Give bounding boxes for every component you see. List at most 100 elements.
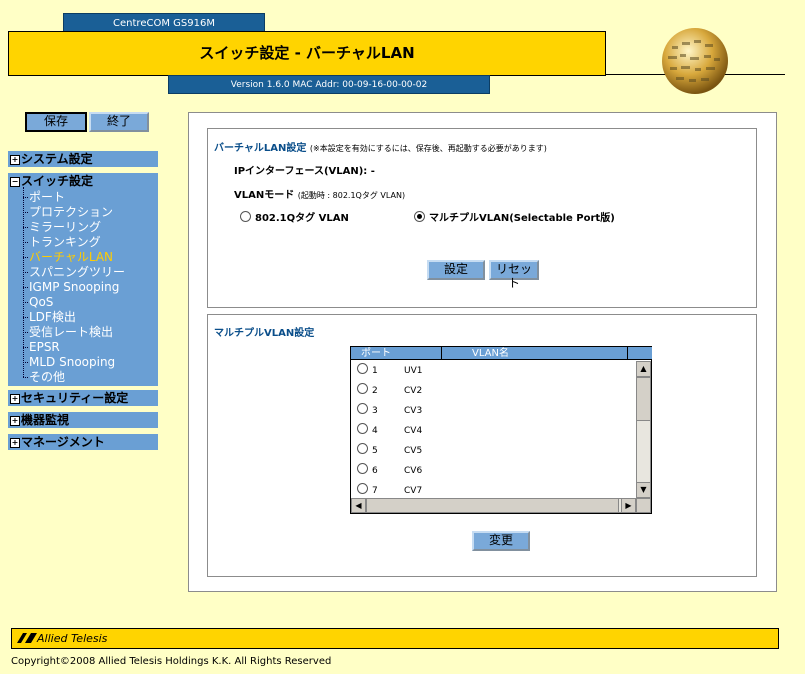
row-port: 1 (372, 366, 378, 376)
column-header-vlan-name[interactable]: VLAN名 (442, 347, 628, 360)
row-vlan-name: CV3 (404, 406, 423, 416)
row-vlan-name: CV6 (404, 466, 423, 476)
scroll-up-arrow-icon[interactable]: ▲ (636, 361, 651, 377)
row-vlan-name: CV5 (404, 446, 423, 456)
scroll-right-arrow-icon[interactable]: ▶ (621, 498, 636, 513)
tree-branch (23, 377, 28, 379)
row-radio-icon[interactable] (357, 483, 368, 494)
row-port: 7 (372, 486, 378, 496)
exit-button[interactable]: 終了 (89, 112, 149, 132)
radio-label: 802.1Qタグ VLAN (255, 213, 349, 224)
scroll-left-arrow-icon[interactable]: ◀ (351, 498, 366, 513)
vlan-list-row[interactable]: 3 CV3 (357, 402, 422, 420)
tree-branch (23, 197, 28, 199)
set-button[interactable]: 設定 (427, 260, 485, 280)
nav-sub-item[interactable]: その他 (29, 370, 65, 385)
nav-label: 機器監視 (21, 413, 70, 427)
vlan-list-row[interactable]: 6 CV6 (357, 462, 422, 480)
tree-branch (23, 257, 28, 259)
nav-label: スイッチ設定 (21, 174, 94, 188)
row-radio-icon[interactable] (357, 423, 368, 434)
row-port: 3 (372, 406, 378, 416)
radio-multiple-vlan[interactable]: マルチプルVLAN(Selectable Port版) (414, 209, 615, 224)
brand-mark-icon (17, 633, 37, 643)
change-button[interactable]: 変更 (472, 531, 530, 551)
radio-icon[interactable] (240, 211, 251, 222)
column-header-blank (628, 347, 652, 360)
nav-sub-item[interactable]: ミラーリング (29, 220, 101, 235)
h-scroll-thumb[interactable] (366, 498, 619, 513)
row-port: 5 (372, 446, 378, 456)
nav-sub-item[interactable]: MLD Snooping (29, 355, 115, 370)
nav-label: マネージメント (21, 435, 105, 449)
row-radio-icon[interactable] (357, 443, 368, 454)
multiple-vlan-section: マルチプルVLAN設定 ポート VLAN名 1 UV1 2 CV2 3 CV3 4 CV4 5 C… (207, 314, 757, 577)
nav-device-monitoring[interactable]: + 機器監視 (8, 412, 158, 428)
tree-branch (23, 212, 28, 214)
version-info: Version 1.6.0 MAC Addr: 00-09-16-00-00-0… (168, 75, 490, 94)
nav-sub-item[interactable]: EPSR (29, 340, 60, 355)
radio-8021q[interactable]: 802.1Qタグ VLAN (240, 209, 349, 224)
brand-name: Allied Telesis (37, 632, 108, 645)
expand-icon: + (10, 155, 20, 165)
vlan-list-row[interactable]: 7 CV7 (357, 482, 422, 498)
mode-note: (起動時 : 802.1Qタグ VLAN) (297, 191, 406, 200)
nav-sub-item[interactable]: バーチャルLAN (29, 250, 113, 265)
expand-icon: + (10, 416, 20, 426)
vlan-list-row[interactable]: 5 CV5 (357, 442, 422, 460)
vlan-list-row[interactable]: 1 UV1 (357, 362, 422, 380)
section-header: バーチャルLAN設定 (※本設定を有効にするには、保存後、再起動する必要がありま… (214, 139, 547, 154)
collapse-icon: − (10, 177, 20, 187)
row-radio-icon[interactable] (357, 463, 368, 474)
column-header-port[interactable]: ポート (351, 347, 442, 360)
nav-sub-item[interactable]: スパニングツリー (29, 265, 125, 280)
nav-sub-item[interactable]: QoS (29, 295, 53, 310)
scroll-corner (636, 498, 651, 513)
section-title: バーチャルLAN設定 (214, 143, 307, 154)
scroll-down-arrow-icon[interactable]: ▼ (636, 482, 651, 498)
nav-management[interactable]: + マネージメント (8, 434, 158, 450)
radio-selected-icon[interactable] (414, 211, 425, 222)
vlan-list[interactable]: ポート VLAN名 1 UV1 2 CV2 3 CV3 4 CV4 5 CV5 6 CV6 7 CV7 ▲… (350, 346, 652, 514)
nav-system-settings[interactable]: + システム設定 (8, 151, 158, 167)
row-radio-icon[interactable] (357, 363, 368, 374)
row-port: 6 (372, 466, 378, 476)
tree-branch (23, 302, 28, 304)
tree-branch (23, 317, 28, 319)
row-vlan-name: CV2 (404, 386, 423, 396)
row-port: 2 (372, 386, 378, 396)
mode-label: VLANモード (234, 190, 295, 201)
vlan-settings-section: バーチャルLAN設定 (※本設定を有効にするには、保存後、再起動する必要がありま… (207, 128, 757, 308)
nav-sub-item[interactable]: 受信レート検出 (29, 325, 113, 340)
row-vlan-name: CV7 (404, 486, 423, 496)
row-radio-icon[interactable] (357, 403, 368, 414)
scroll-thumb[interactable] (636, 377, 651, 421)
tree-branch (23, 227, 28, 229)
expand-icon: + (10, 438, 20, 448)
allied-telesis-logo: Allied Telesis (17, 632, 107, 645)
radio-label: マルチプルVLAN(Selectable Port版) (429, 213, 615, 224)
row-radio-icon[interactable] (357, 383, 368, 394)
vlan-mode-label: VLANモード (起動時 : 802.1Qタグ VLAN) (234, 186, 405, 201)
row-vlan-name: UV1 (404, 366, 423, 376)
tree-branch (23, 272, 28, 274)
save-button[interactable]: 保存 (25, 112, 87, 132)
tree-branch (23, 362, 28, 364)
nav-label: セキュリティー設定 (21, 391, 129, 405)
nav-security-settings[interactable]: + セキュリティー設定 (8, 390, 158, 406)
vlan-list-row[interactable]: 2 CV2 (357, 382, 422, 400)
nav-sub-item[interactable]: IGMP Snooping (29, 280, 119, 295)
section-note: (※本設定を有効にするには、保存後、再起動する必要があります) (309, 144, 547, 153)
ip-interface-label: IPインターフェース(VLAN): - (234, 166, 375, 177)
reset-button[interactable]: リセット (489, 260, 539, 290)
globe-logo-icon (662, 28, 728, 94)
page-title: スイッチ設定 - バーチャルLAN (8, 31, 606, 76)
nav-sub-item[interactable]: ポート (29, 190, 65, 205)
nav-sub-item[interactable]: LDF検出 (29, 310, 76, 325)
vlan-list-row[interactable]: 4 CV4 (357, 422, 422, 440)
tree-branch (23, 332, 28, 334)
nav-sub-item[interactable]: トランキング (29, 235, 101, 250)
nav-sub-item[interactable]: プロテクション (29, 205, 113, 220)
row-vlan-name: CV4 (404, 426, 423, 436)
main-panel: バーチャルLAN設定 (※本設定を有効にするには、保存後、再起動する必要がありま… (188, 112, 777, 592)
